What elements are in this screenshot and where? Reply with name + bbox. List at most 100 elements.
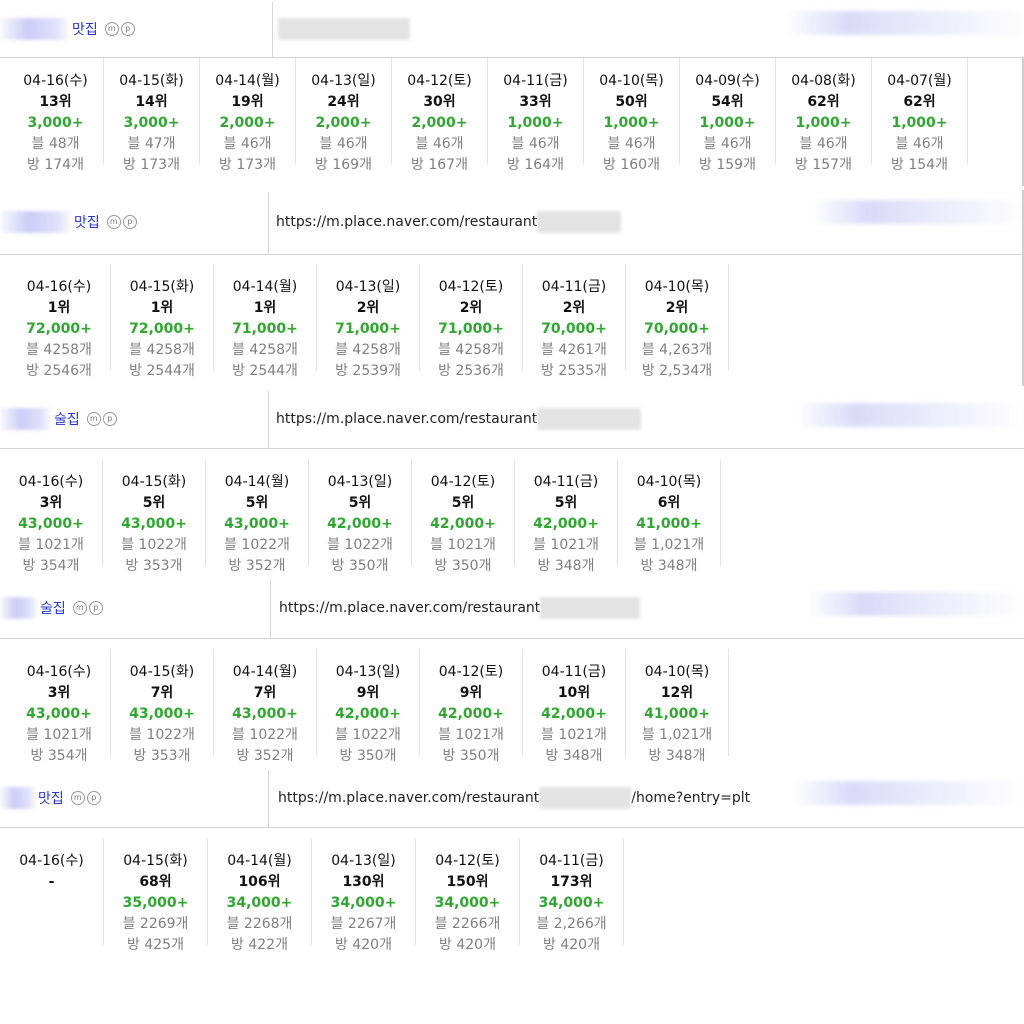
day-blog-count: 블 1021개 — [541, 727, 607, 743]
place-badge-icon[interactable]: p — [120, 21, 135, 36]
day-date: 04-16(수) — [23, 73, 88, 89]
url-text[interactable]: https://m.place.naver.com/restaurant — [278, 790, 539, 806]
keyword-link[interactable]: 술집 m p — [54, 409, 117, 429]
day-column: 04-11(금) 2위 70,000+ 블 4261개 방 2535개 — [523, 264, 626, 379]
day-date: 04-14(월) — [232, 664, 298, 680]
day-rank: 9위 — [459, 685, 483, 701]
day-room-count: 방 159개 — [699, 157, 756, 173]
day-rank: 173위 — [550, 874, 593, 890]
keyword-block: 맛집 m p 04-16(수) 13위 3,000+ 블 48개 방 174개 04-15… — [0, 0, 1024, 186]
day-row: 04-16(수) 13위 3,000+ 블 48개 방 174개 04-15(화) 14위 3… — [8, 58, 968, 173]
day-score: 42,000+ — [438, 706, 504, 722]
day-blog-count: 블 1021개 — [430, 537, 496, 553]
day-score: 2,000+ — [219, 115, 276, 131]
mobile-badge-icon[interactable]: m — [72, 601, 87, 615]
day-column: 04-13(일) 130위 34,000+ 블 2267개 방 420개 — [312, 838, 416, 953]
day-rank: 24위 — [327, 94, 360, 110]
day-column: 04-07(월) 62위 1,000+ 블 46개 방 154개 — [872, 58, 968, 173]
day-column: 04-10(목) 2위 70,000+ 블 4,263개 방 2,534개 — [626, 264, 729, 379]
keyword-link[interactable]: 맛집 m p — [38, 788, 101, 808]
day-rank: 5위 — [142, 495, 166, 511]
day-room-count: 방 2536개 — [438, 363, 504, 379]
day-rank: 1위 — [47, 300, 71, 316]
day-blog-count: 블 1022개 — [224, 537, 290, 553]
day-room-count: 방 173개 — [219, 157, 276, 173]
place-badge-icon[interactable]: p — [86, 790, 101, 805]
day-blog-count: 블 1021개 — [533, 537, 599, 553]
keyword-link[interactable]: 맛집 m p — [74, 212, 137, 232]
day-column: 04-15(화) 5위 43,000+ 블 1022개 방 353개 — [103, 459, 206, 574]
day-date: 04-11(금) — [541, 279, 607, 295]
day-score: 42,000+ — [541, 706, 607, 722]
day-row: 04-16(수) 3위 43,000+ 블 1021개 방 354개 04-15(화) 7위… — [8, 649, 729, 764]
day-room-count: 방 352개 — [228, 558, 286, 574]
day-rank: 1위 — [253, 300, 277, 316]
day-rank: 2위 — [356, 300, 380, 316]
keyword-text: 맛집 — [72, 21, 98, 38]
day-room-count: 방 2539개 — [335, 363, 401, 379]
blurred-right-info — [816, 200, 1024, 224]
day-date: 04-16(수) — [19, 853, 84, 869]
day-blog-count: 블 1021개 — [438, 727, 504, 743]
day-rank: 10위 — [557, 685, 591, 701]
day-rank: 3위 — [39, 495, 63, 511]
url-text[interactable]: https://m.place.naver.com/restaurant — [276, 411, 537, 427]
day-date: 04-12(토) — [438, 664, 504, 680]
day-room-count: 방 353개 — [133, 748, 191, 764]
day-blog-count: 블 46개 — [895, 136, 944, 152]
mobile-badge-icon[interactable]: m — [104, 21, 119, 36]
keyword-link[interactable]: 술집 m p — [40, 598, 103, 618]
url-area[interactable]: https://m.place.naver.com/restaurant — [276, 389, 642, 448]
day-score: 71,000+ — [335, 321, 401, 337]
url-text[interactable]: https://m.place.naver.com/restaurant — [276, 214, 537, 230]
day-column: 04-10(목) 50위 1,000+ 블 46개 방 160개 — [584, 58, 680, 173]
day-rank: 2위 — [459, 300, 483, 316]
header-divider — [272, 2, 273, 57]
day-column: 04-14(월) 7위 43,000+ 블 1022개 방 352개 — [214, 649, 317, 764]
day-date: 04-10(목) — [599, 73, 664, 89]
mobile-badge-icon[interactable]: m — [106, 215, 121, 229]
day-room-count: 방 167개 — [411, 157, 468, 173]
place-badge-icon[interactable]: p — [88, 601, 103, 615]
day-room-count: 방 164개 — [507, 157, 564, 173]
day-date: 04-13(일) — [331, 853, 396, 869]
day-blog-count: 블 4258개 — [335, 342, 401, 358]
day-rank: 150위 — [446, 874, 489, 890]
day-score: 72,000+ — [26, 321, 92, 337]
day-date: 04-16(수) — [18, 474, 84, 490]
day-blog-count: 블 4258개 — [438, 342, 504, 358]
place-badge-icon[interactable]: p — [102, 411, 117, 426]
day-rank: 50위 — [615, 94, 648, 110]
day-column: 04-16(수) 1위 72,000+ 블 4258개 방 2546개 — [8, 264, 111, 379]
url-text[interactable]: https://m.place.naver.com/restaurant — [279, 600, 540, 616]
day-rank: - — [48, 874, 55, 890]
url-area[interactable]: https://m.place.naver.com/restaurant — [279, 578, 641, 638]
day-blog-count: 블 4258개 — [232, 342, 298, 358]
day-room-count: 방 420개 — [335, 937, 392, 953]
day-date: 04-14(월) — [224, 474, 290, 490]
day-score: 70,000+ — [541, 321, 607, 337]
day-blog-count: 블 1,021개 — [633, 537, 705, 553]
url-suffix-text[interactable]: /home?entry=plt — [631, 790, 750, 806]
day-rank: 2위 — [665, 300, 689, 316]
day-room-count: 방 348개 — [648, 748, 706, 764]
day-date: 04-07(월) — [887, 73, 952, 89]
day-room-count: 방 354개 — [30, 748, 88, 764]
blurred-right-info — [810, 592, 1020, 616]
keyword-block: 술집 m p https://m.place.naver.com/restaur… — [0, 578, 1024, 764]
day-score: 71,000+ — [232, 321, 298, 337]
keyword-link[interactable]: 맛집 m p — [72, 19, 135, 39]
url-area[interactable]: https://m.place.naver.com/restaurant — [276, 190, 622, 254]
mobile-badge-icon[interactable]: m — [70, 790, 85, 805]
day-column: 04-16(수) 3위 43,000+ 블 1021개 방 354개 — [0, 459, 103, 574]
place-badge-icon[interactable]: p — [122, 215, 137, 229]
mobile-badge-icon[interactable]: m — [86, 411, 101, 426]
day-score: 3,000+ — [27, 115, 84, 131]
day-score: 41,000+ — [636, 516, 702, 532]
url-area[interactable]: https://m.place.naver.com/restaurant /ho… — [278, 768, 750, 827]
blurred-url — [537, 407, 642, 430]
day-score: 1,000+ — [603, 115, 660, 131]
day-room-count: 방 354개 — [22, 558, 80, 574]
keyword-header: 술집 m p https://m.place.naver.com/restaur… — [0, 578, 1024, 639]
day-column: 04-14(월) 1위 71,000+ 블 4258개 방 2544개 — [214, 264, 317, 379]
